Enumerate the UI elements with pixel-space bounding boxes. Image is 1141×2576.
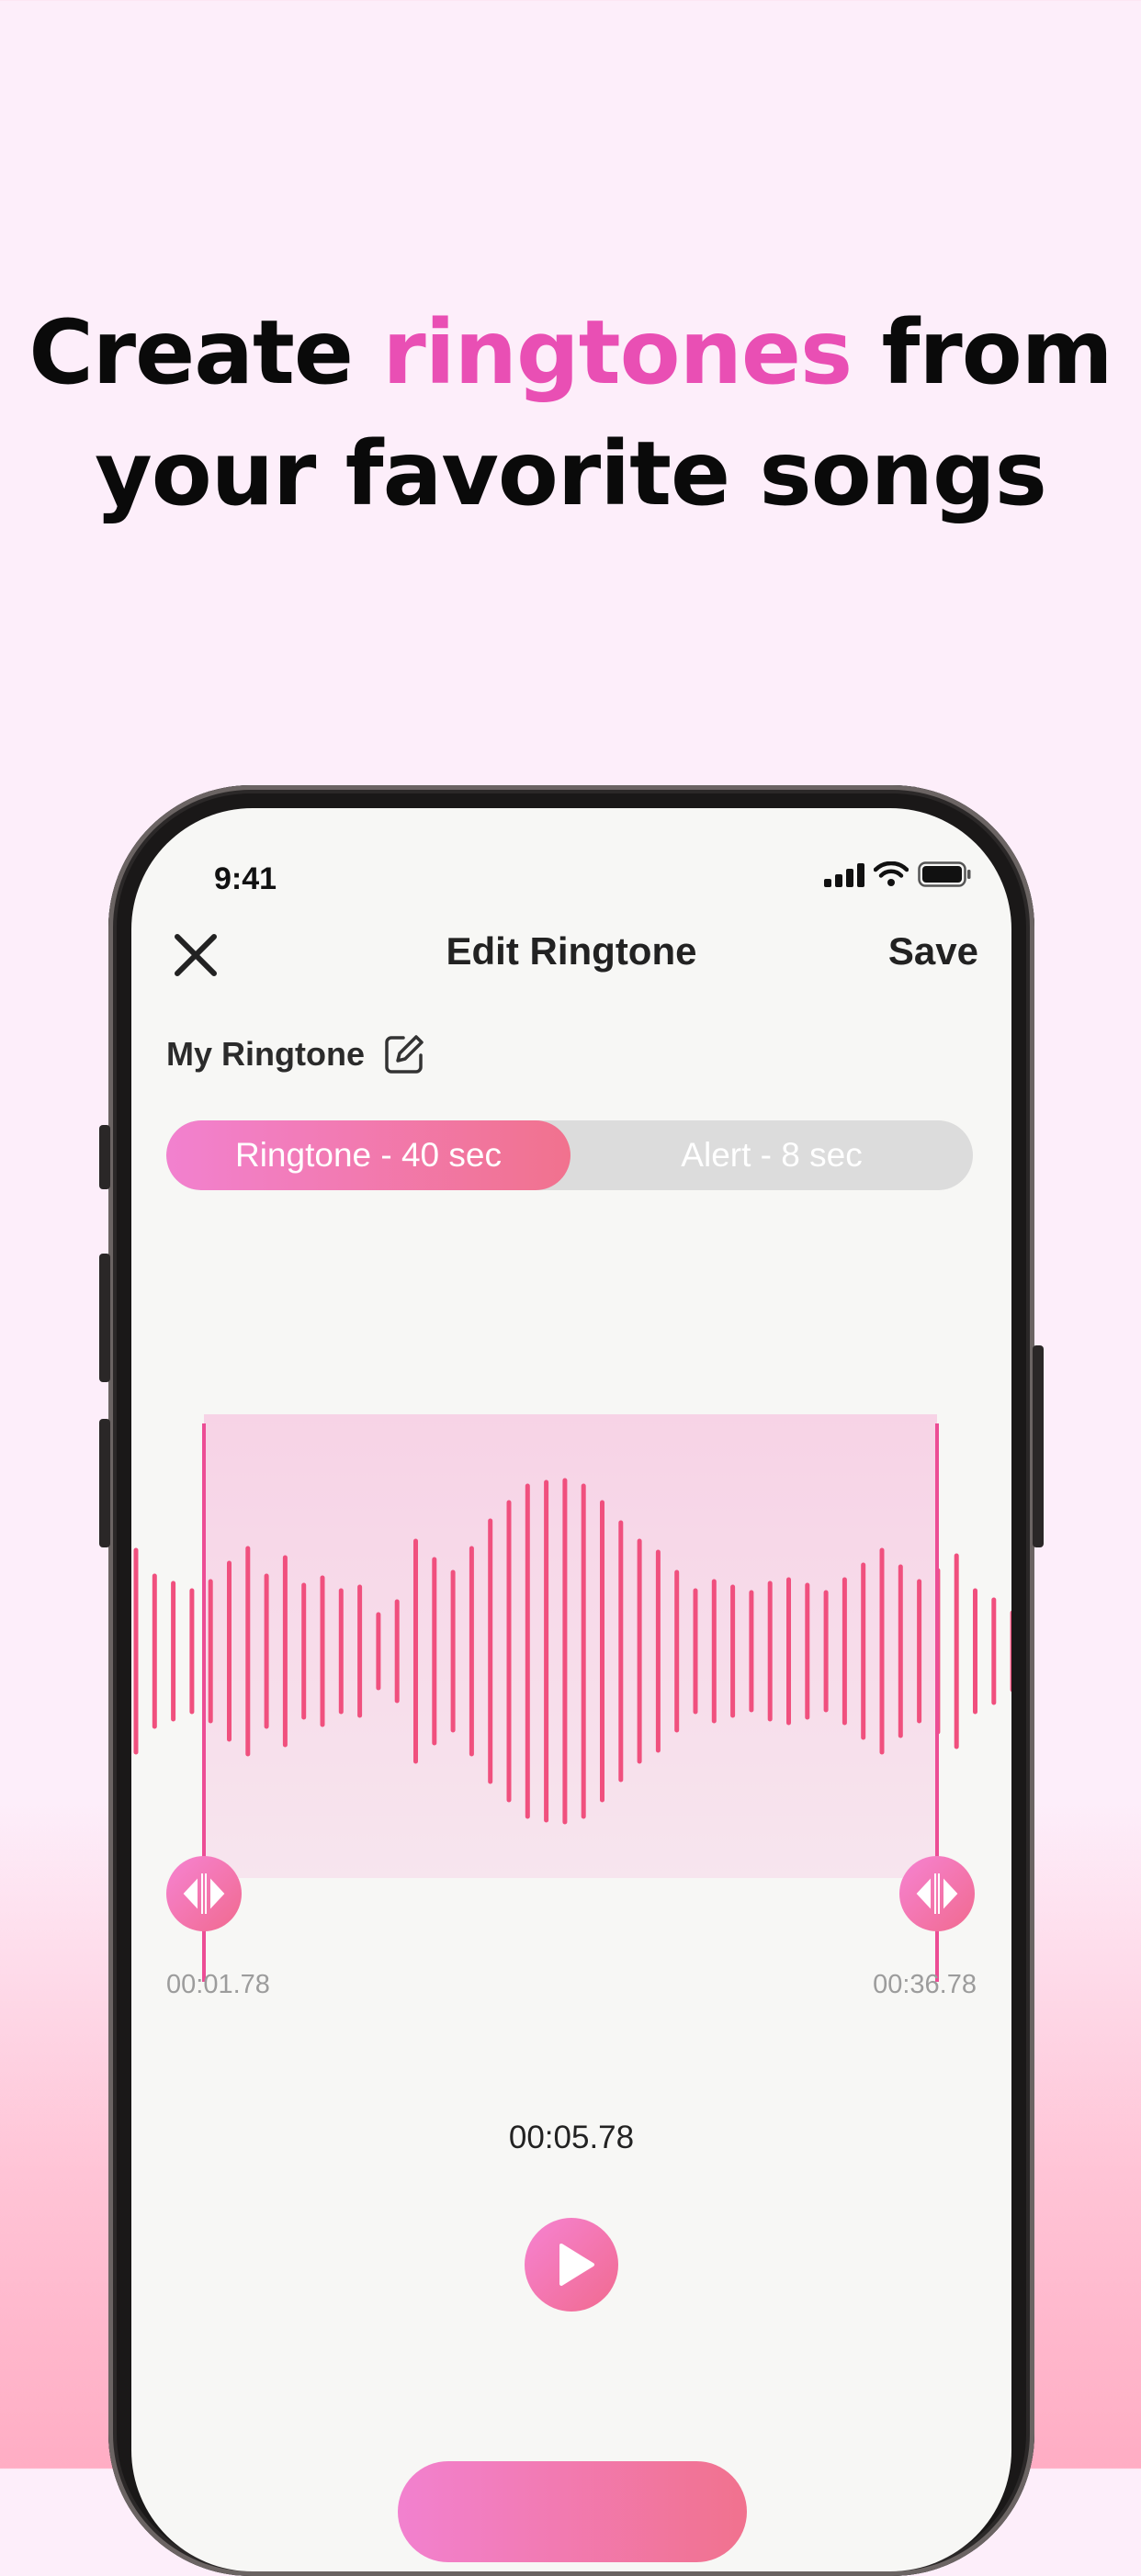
trim-end-time: 00:36.78 xyxy=(873,1970,977,1999)
status-icons xyxy=(824,861,971,887)
volume-down-button xyxy=(99,1419,110,1547)
headline-line-1: Create ringtones from xyxy=(0,292,1141,413)
headline-line-2: your favorite songs xyxy=(95,422,1047,525)
status-time: 9:41 xyxy=(214,861,277,896)
segment-alert[interactable]: Alert - 8 sec xyxy=(570,1120,973,1190)
battery-icon xyxy=(918,861,971,887)
volume-up-button xyxy=(99,1254,110,1382)
headline-text: Create xyxy=(28,301,383,404)
trim-end-handle[interactable] xyxy=(899,1856,975,1931)
play-icon xyxy=(559,2244,594,2286)
side-button xyxy=(1033,1345,1044,1547)
trim-start-handle[interactable] xyxy=(166,1856,242,1931)
waveform-editor[interactable] xyxy=(131,1414,1011,2057)
wifi-icon xyxy=(874,861,909,886)
current-time: 00:05.78 xyxy=(508,2120,635,2155)
cellular-signal-icon xyxy=(824,863,864,887)
ringtone-name-row[interactable]: My Ringtone xyxy=(166,1033,425,1075)
headline-accent: ringtones xyxy=(382,301,853,404)
mute-switch xyxy=(99,1125,110,1189)
app-screen: 9:41 Edit Ringtone Save My Ringtone Aler… xyxy=(131,808,1011,2571)
play-button[interactable] xyxy=(525,2218,618,2312)
bottom-action-button[interactable] xyxy=(398,2461,747,2562)
duration-segmented-control: Alert - 8 sec Ringtone - 40 sec xyxy=(166,1120,973,1190)
segment-ringtone[interactable]: Ringtone - 40 sec xyxy=(166,1120,570,1190)
page-title: Edit Ringtone xyxy=(446,929,697,973)
edit-pencil-icon[interactable] xyxy=(383,1033,425,1075)
headline-text: from xyxy=(852,301,1113,404)
headline: Create ringtones from your favorite song… xyxy=(0,292,1141,534)
ringtone-name-label: My Ringtone xyxy=(166,1035,365,1073)
phone-frame: 9:41 Edit Ringtone Save My Ringtone Aler… xyxy=(99,785,1044,2576)
status-bar: 9:41 xyxy=(131,808,1011,896)
save-button[interactable]: Save xyxy=(888,929,978,973)
trim-start-time: 00:01.78 xyxy=(166,1970,270,1999)
